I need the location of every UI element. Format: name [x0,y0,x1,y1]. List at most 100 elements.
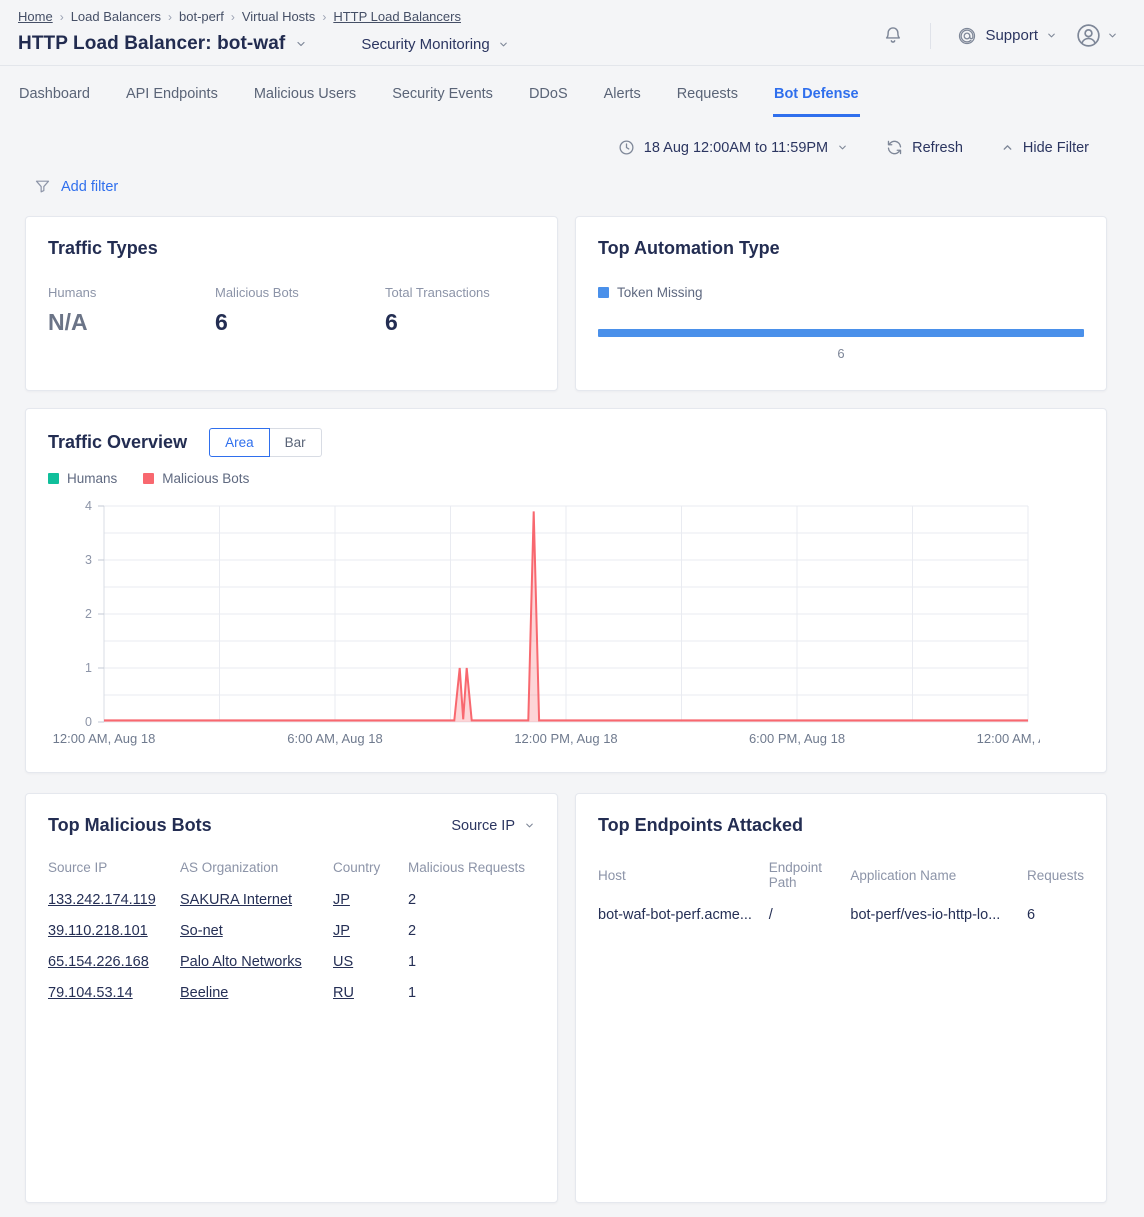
support-at-icon [957,26,977,46]
clock-icon [618,139,635,156]
cell-as_org: Beeline [180,978,333,1009]
top-malicious-bots-card: Top Malicious Bots Source IP Source IPAS… [25,793,558,1203]
tab-bot-defense[interactable]: Bot Defense [773,69,860,117]
source_ip-link[interactable]: 133.242.174.119 [48,892,156,908]
tab-dashboard[interactable]: Dashboard [18,69,91,117]
cell-source_ip: 65.154.226.168 [48,947,180,978]
stat-label: Malicious Bots [215,285,385,300]
chevron-down-icon [1046,30,1057,41]
add-filter-button[interactable]: Add filter [34,178,118,195]
legend-swatch [48,473,59,484]
token-missing-swatch [598,287,609,298]
cell-app_name: bot-perf/ves-io-http-lo... [850,900,1027,931]
stat-humans: HumansN/A [48,285,215,336]
as_org-link[interactable]: SAKURA Internet [180,892,292,908]
svg-text:12:00 PM, Aug 18: 12:00 PM, Aug 18 [514,731,617,746]
bell-icon[interactable] [882,25,904,47]
traffic-types-title: Traffic Types [48,238,535,259]
cell-source_ip: 133.242.174.119 [48,885,180,916]
svg-text:6:00 AM, Aug 18: 6:00 AM, Aug 18 [287,731,382,746]
breadcrumb-separator: › [322,10,326,24]
svg-text:12:00 AM, Aug 19: 12:00 AM, Aug 19 [977,731,1040,746]
breadcrumb-separator: › [231,10,235,24]
breadcrumb-item[interactable]: Home [18,9,53,24]
cell-country: JP [333,916,408,947]
column-header: Malicious Requests [408,854,535,885]
column-header: Requests [1027,854,1084,900]
traffic-types-stats: HumansN/AMalicious Bots 6Total Transactio… [48,285,535,336]
user-avatar-icon [1075,22,1102,49]
add-filter-label: Add filter [61,179,118,195]
automation-bar[interactable] [598,329,1084,337]
country-link[interactable]: RU [333,985,354,1001]
breadcrumb-item: Virtual Hosts [242,9,315,24]
table-row: bot-waf-bot-perf.acme.../bot-perf/ves-io… [598,900,1084,931]
tab-api-endpoints[interactable]: API Endpoints [125,69,219,117]
traffic-overview-legend: HumansMalicious Bots [48,471,1084,486]
automation-legend-item: Token Missing [598,285,703,300]
svg-text:0: 0 [85,715,92,729]
top-automation-card: Top Automation Type Token Missing 6 [575,216,1107,391]
stat-malicious-bots: Malicious Bots 6 [215,285,385,336]
divider [930,23,931,49]
as_org-link[interactable]: Beeline [180,985,228,1001]
header-divider [0,65,1144,66]
column-header: Country [333,854,408,885]
account-menu[interactable] [1075,22,1118,49]
traffic-overview-title: Traffic Overview [48,432,187,453]
chevron-up-icon [1001,141,1014,154]
top-automation-title: Top Automation Type [598,238,1084,259]
tab-malicious-users[interactable]: Malicious Users [253,69,357,117]
as_org-link[interactable]: So-net [180,923,223,939]
cell-requests: 1 [408,978,535,1009]
funnel-icon [34,178,51,195]
group-by-select[interactable]: Source IP [451,818,535,834]
breadcrumb-item[interactable]: HTTP Load Balancers [333,9,461,24]
add-filter-row: Add filter [34,178,1144,200]
tab-alerts[interactable]: Alerts [603,69,642,117]
as_org-link[interactable]: Palo Alto Networks [180,954,302,970]
toggle-bar[interactable]: Bar [270,428,322,457]
country-link[interactable]: US [333,954,353,970]
cell-as_org: SAKURA Internet [180,885,333,916]
mode-select[interactable]: Security Monitoring [361,36,508,53]
traffic-types-card: Traffic Types HumansN/AMalicious Bots 6To… [25,216,558,391]
stat-value: 6 [215,309,385,336]
cell-country: JP [333,885,408,916]
svg-text:6:00 PM, Aug 18: 6:00 PM, Aug 18 [749,731,845,746]
date-range-value: 18 Aug 12:00AM to 11:59PM [644,140,828,156]
support-menu[interactable]: Support [957,26,1057,46]
cell-as_org: So-net [180,916,333,947]
refresh-button[interactable]: Refresh [886,139,963,156]
source_ip-link[interactable]: 79.104.53.14 [48,985,133,1001]
breadcrumb-item: bot-perf [179,9,224,24]
column-header: Host [598,854,769,900]
cell-host: bot-waf-bot-perf.acme... [598,900,769,931]
cell-source_ip: 39.110.218.101 [48,916,180,947]
tab-ddos[interactable]: DDoS [528,69,569,117]
tab-requests[interactable]: Requests [676,69,739,117]
top-endpoints-title: Top Endpoints Attacked [598,815,1084,836]
svg-text:2: 2 [85,607,92,621]
legend-label: Humans [67,471,117,486]
cell-as_org: Palo Alto Networks [180,947,333,978]
column-header: Endpoint Path [769,854,851,900]
table-row: 65.154.226.168Palo Alto NetworksUS1 [48,947,535,978]
chevron-down-icon [498,39,509,50]
source_ip-link[interactable]: 39.110.218.101 [48,923,148,939]
date-range-picker[interactable]: 18 Aug 12:00AM to 11:59PM [618,139,848,156]
mode-select-value: Security Monitoring [361,36,489,53]
endpoints-table: HostEndpoint PathApplication NameRequest… [598,854,1084,931]
top-endpoints-card: Top Endpoints Attacked HostEndpoint Path… [575,793,1107,1203]
source_ip-link[interactable]: 65.154.226.168 [48,954,149,970]
country-link[interactable]: JP [333,923,350,939]
traffic-overview-card: Traffic Overview AreaBar HumansMalicious… [25,408,1107,773]
breadcrumb: Home›Load Balancers›bot-perf›Virtual Hos… [18,8,509,24]
token-missing-label: Token Missing [617,285,703,300]
toggle-area[interactable]: Area [209,428,270,457]
hide-filter-button[interactable]: Hide Filter [1001,140,1089,156]
stat-label: Total Transactions [385,285,490,300]
country-link[interactable]: JP [333,892,350,908]
tab-security-events[interactable]: Security Events [391,69,494,117]
chevron-down-icon[interactable] [295,38,307,50]
